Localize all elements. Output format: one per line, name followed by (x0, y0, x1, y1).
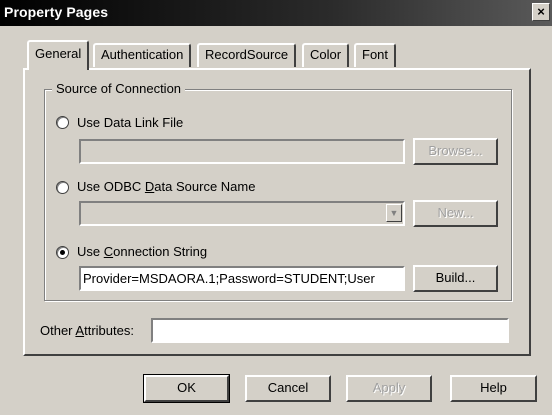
odbc-source-combo: ▼ (79, 201, 405, 226)
cancel-button-label: Cancel (267, 380, 309, 395)
build-button[interactable]: Build... (413, 265, 498, 292)
tab-general[interactable]: General (27, 40, 90, 70)
tab-authentication-label: Authentication (101, 47, 184, 62)
data-link-file-field (79, 139, 405, 164)
conn-label-prefix: Use (77, 244, 104, 259)
tab-font-label: Font (362, 47, 389, 62)
cancel-button[interactable]: Cancel (245, 375, 331, 402)
other-label-suffix: ttributes: (84, 323, 134, 338)
new-button[interactable]: New... (413, 200, 498, 227)
data-link-label: Use Data Link File (77, 115, 184, 130)
tab-color[interactable]: Color (302, 43, 350, 67)
connection-string-value: Provider=MSDAORA.1;Password=STUDENT;User (83, 271, 375, 286)
chevron-down-icon: ▼ (386, 204, 402, 222)
build-button-label: Build... (435, 270, 476, 285)
browse-button-label: Browse... (428, 143, 483, 158)
conn-label-suffix: onnection String (113, 244, 208, 259)
source-of-connection-label: Source of Connection (52, 81, 186, 96)
property-pages-dialog: Property Pages × General Authentication … (0, 0, 552, 415)
tab-recordsource-label: RecordSource (205, 47, 289, 62)
odbc-radio[interactable] (56, 181, 69, 194)
connection-string-label: Use Connection String (77, 244, 207, 259)
window-title: Property Pages (4, 4, 109, 20)
other-attributes-input[interactable] (151, 318, 509, 343)
odbc-label-prefix: Use ODBC (77, 179, 145, 194)
tab-general-label: General (35, 46, 82, 61)
tab-recordsource[interactable]: RecordSource (197, 43, 297, 67)
other-label-prefix: Other (40, 323, 76, 338)
connection-string-radio[interactable] (56, 246, 69, 259)
odbc-label: Use ODBC Data Source Name (77, 179, 255, 194)
ok-button[interactable]: OK (143, 374, 230, 403)
other-attributes-label: Other Attributes: (40, 323, 134, 338)
apply-button-label: Apply (372, 380, 406, 395)
odbc-label-accel: D (144, 179, 155, 194)
new-button-label: New... (437, 205, 474, 220)
tab-color-label: Color (310, 47, 342, 62)
data-link-radio[interactable] (56, 116, 69, 129)
ok-button-label: OK (177, 380, 196, 395)
title-bar[interactable]: Property Pages × (0, 0, 552, 26)
apply-button[interactable]: Apply (346, 375, 432, 402)
other-label-accel: A (75, 323, 85, 338)
odbc-label-suffix: ata Source Name (154, 179, 256, 194)
close-button[interactable]: × (532, 3, 550, 21)
browse-button[interactable]: Browse... (413, 138, 498, 165)
help-button[interactable]: Help (450, 375, 537, 402)
radio-selected-dot (60, 250, 65, 255)
tab-font[interactable]: Font (354, 43, 397, 67)
help-button-label: Help (480, 380, 507, 395)
tab-authentication[interactable]: Authentication (93, 43, 192, 67)
conn-label-accel: C (103, 244, 114, 259)
connection-string-input[interactable]: Provider=MSDAORA.1;Password=STUDENT;User (79, 266, 405, 291)
